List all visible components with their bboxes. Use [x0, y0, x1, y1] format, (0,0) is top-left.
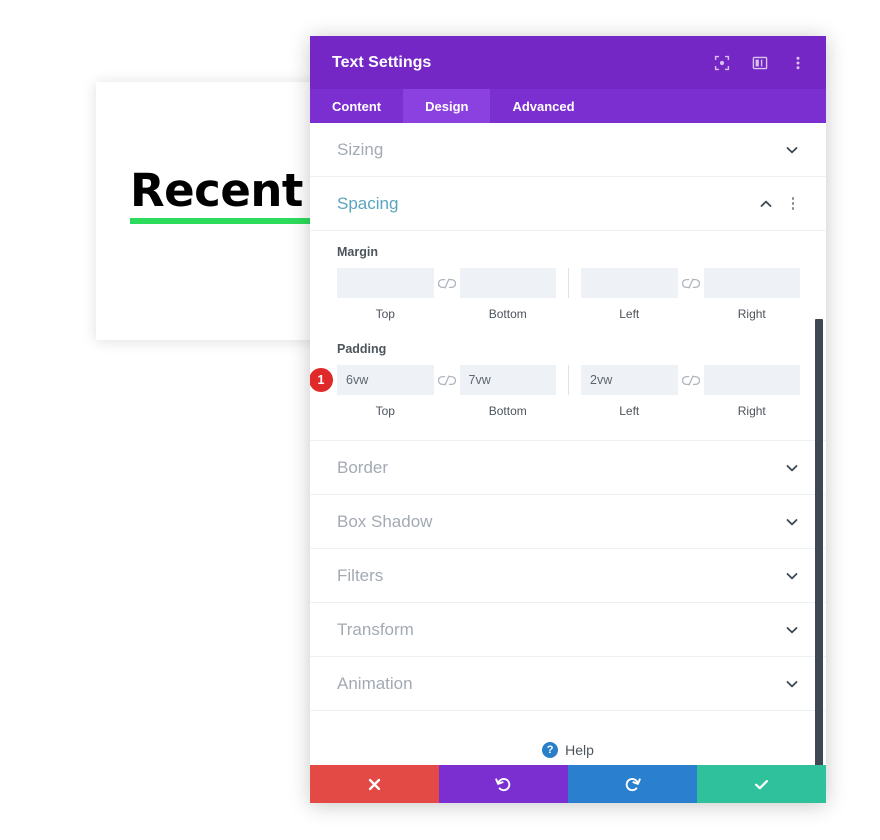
spacing-settings: Margin Top Bottom Left Right Padding 1 6…: [310, 231, 826, 441]
padding-top-input[interactable]: [337, 365, 434, 395]
margin-divider: [568, 268, 569, 298]
redo-button[interactable]: [568, 765, 697, 803]
padding-right-field: Right: [703, 365, 800, 418]
chevron-down-icon: [784, 460, 800, 476]
section-box-shadow-label: Box Shadow: [337, 511, 433, 531]
margin-horizontal-group: Left Right: [581, 268, 800, 321]
check-icon: [753, 776, 770, 793]
padding-vertical-group: Top Bottom: [337, 365, 556, 418]
section-sizing-label: Sizing: [337, 139, 384, 159]
margin-left-caption: Left: [619, 307, 640, 321]
chevron-down-icon: [784, 568, 800, 584]
padding-bottom-input[interactable]: [459, 365, 556, 395]
undo-icon: [495, 776, 512, 793]
padding-label: Padding: [337, 342, 387, 356]
padding-left-caption: Left: [619, 404, 640, 418]
chevron-down-icon: [784, 622, 800, 638]
padding-horizontal-group: Left Right: [581, 365, 800, 418]
margin-bottom-caption: Bottom: [488, 307, 527, 321]
section-border-label: Border: [337, 457, 389, 477]
modal-footer: [310, 765, 826, 803]
help-label: Help: [565, 742, 594, 758]
section-filters-label: Filters: [337, 565, 384, 585]
tab-content[interactable]: Content: [310, 89, 403, 123]
modal-body: Sizing Spacing Margin Top Bottom Left Ri…: [310, 123, 826, 765]
section-transform-label: Transform: [337, 619, 414, 639]
margin-right-input[interactable]: [703, 268, 800, 298]
margin-top-field: Top: [337, 268, 434, 321]
padding-top-caption: Top: [375, 404, 395, 418]
section-filters[interactable]: Filters: [310, 549, 826, 603]
section-transform[interactable]: Transform: [310, 603, 826, 657]
help-icon: ?: [542, 742, 559, 758]
padding-bottom-caption: Bottom: [488, 404, 527, 418]
section-animation[interactable]: Animation: [310, 657, 826, 711]
undo-button[interactable]: [439, 765, 568, 803]
margin-bottom-input[interactable]: [459, 268, 556, 298]
padding-left-input[interactable]: [581, 365, 678, 395]
margin-left-input[interactable]: [581, 268, 678, 298]
margin-right-field: Right: [703, 268, 800, 321]
text-settings-modal: Text Settings Content Design Advanced Si…: [310, 36, 826, 803]
margin-left-field: Left: [581, 268, 678, 321]
padding-fields: 1 Top Bottom: [310, 365, 800, 418]
padding-bottom-field: Bottom: [459, 365, 556, 418]
chevron-up-icon: [758, 196, 774, 212]
section-sizing[interactable]: Sizing: [310, 123, 826, 177]
margin-right-caption: Right: [737, 307, 766, 321]
chevron-down-icon: [784, 676, 800, 692]
margin-vertical-group: Top Bottom: [337, 268, 556, 321]
margin-horizontal-link-icon[interactable]: [678, 268, 704, 298]
modal-title: Text Settings: [332, 53, 432, 71]
help-row[interactable]: ? Help: [310, 711, 826, 765]
save-button[interactable]: [697, 765, 826, 803]
section-box-shadow[interactable]: Box Shadow: [310, 495, 826, 549]
layout-icon[interactable]: [750, 53, 770, 73]
tab-design[interactable]: Design: [403, 89, 491, 123]
padding-top-field: Top: [337, 365, 434, 418]
section-spacing[interactable]: Spacing: [310, 177, 826, 231]
section-spacing-label: Spacing: [337, 193, 399, 213]
margin-top-input[interactable]: [337, 268, 434, 298]
section-border[interactable]: Border: [310, 441, 826, 495]
margin-fields: Top Bottom Left Right: [337, 268, 800, 321]
padding-left-field: Left: [581, 365, 678, 418]
padding-vertical-link-icon[interactable]: [434, 365, 460, 395]
padding-modified-badge: 1: [310, 368, 333, 392]
close-icon: [367, 777, 382, 792]
section-animation-label: Animation: [337, 673, 413, 693]
margin-label: Margin: [337, 245, 378, 259]
margin-top-caption: Top: [375, 307, 395, 321]
modal-header: Text Settings: [310, 36, 826, 89]
padding-horizontal-link-icon[interactable]: [678, 365, 704, 395]
margin-bottom-field: Bottom: [459, 268, 556, 321]
padding-divider: [568, 365, 569, 395]
tab-advanced[interactable]: Advanced: [490, 89, 596, 123]
chevron-down-icon: [784, 142, 800, 158]
section-spacing-options-icon[interactable]: [786, 197, 800, 210]
focus-icon[interactable]: [712, 53, 732, 73]
redo-icon: [624, 776, 641, 793]
padding-right-caption: Right: [737, 404, 766, 418]
modal-tab-bar: Content Design Advanced: [310, 89, 826, 123]
chevron-down-icon: [784, 514, 800, 530]
modal-header-actions: [712, 53, 808, 73]
padding-right-input[interactable]: [703, 365, 800, 395]
panel-scrollbar[interactable]: [815, 319, 823, 765]
margin-vertical-link-icon[interactable]: [434, 268, 460, 298]
more-options-icon[interactable]: [788, 53, 808, 73]
cancel-button[interactable]: [310, 765, 439, 803]
